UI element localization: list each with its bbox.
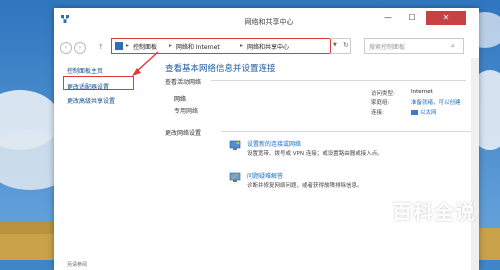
watermark-subtitle: 助你轻松解决 [401, 231, 467, 242]
search-icon[interactable]: ⌕ [451, 42, 455, 51]
back-arrow-icon[interactable]: ‹ [60, 42, 72, 54]
page-title: 查看基本网络信息并设置连接 [165, 64, 276, 74]
breadcrumb-separator: ▸ [240, 42, 244, 49]
forward-arrow-icon[interactable]: › [74, 42, 86, 54]
search-placeholder: 搜索控制面板 [369, 44, 406, 51]
ethernet-label: 以太网 [420, 110, 437, 116]
navigation-bar: ‹ › ↑ ▸ 控制面板 ▸ 网络和 Internet ▸ 网络和共享中心 ▼ … [54, 34, 479, 58]
sidebar: 控制面板主页 更改适配器设置 更改高级共享设置 另请参阅 [54, 58, 154, 270]
breadcrumb-separator: ▸ [126, 42, 130, 49]
breadcrumb-network-sharing-center[interactable]: 网络和共享中心 [247, 42, 289, 51]
chevron-down-icon[interactable]: ▼ [333, 42, 337, 48]
close-button[interactable]: ✕ [426, 11, 466, 25]
setup-new-connection-desc: 设置宽带、拨号或 VPN 连接；或设置路由器或接入点。 [247, 151, 383, 157]
divider [211, 80, 466, 81]
sidebar-item-change-advanced-sharing[interactable]: 更改高级共享设置 [67, 96, 115, 105]
active-networks-heading: 查看活动网络 [165, 79, 202, 86]
access-type-value: Internet [411, 89, 433, 95]
breadcrumb-separator: ▸ [169, 42, 173, 49]
watermark-title: 百科全说 [392, 200, 476, 224]
breadcrumb-control-panel[interactable]: 控制面板 [133, 42, 157, 51]
troubleshoot-problems-desc: 诊断并修复网络问题，或者获得故障排除信息。 [247, 183, 363, 189]
sidebar-item-change-adapter-settings[interactable]: 更改适配器设置 [67, 82, 109, 91]
title-bar: 网络和共享中心 — ☐ ✕ [54, 8, 479, 34]
network-name: 网络 [174, 96, 187, 103]
ethernet-connection-link[interactable]: 以太网 [411, 108, 437, 116]
watermark: 百科全说 助你轻松解决 [374, 196, 494, 242]
divider [221, 131, 476, 132]
address-bar[interactable]: ▸ 控制面板 ▸ 网络和 Internet ▸ 网络和共享中心 [111, 38, 331, 54]
refresh-icon[interactable]: ↻ [343, 41, 349, 49]
up-arrow-icon[interactable]: ↑ [98, 43, 104, 51]
sidebar-control-panel-home[interactable]: 控制面板主页 [67, 66, 103, 75]
maximize-button[interactable]: ☐ [400, 11, 424, 25]
network-type: 专用网络 [174, 108, 199, 115]
control-panel-icon [115, 42, 123, 50]
access-type-label: 访问类型: [371, 91, 395, 97]
homegroup-label: 家庭组: [371, 100, 390, 106]
ethernet-icon [411, 110, 418, 115]
minimize-button[interactable]: — [376, 11, 400, 25]
change-settings-heading: 更改网络设置 [165, 130, 202, 137]
new-connection-icon [229, 140, 241, 150]
network-app-icon [61, 15, 69, 23]
troubleshoot-icon [229, 172, 241, 182]
homegroup-link[interactable]: 准备就绪，可以创建 [411, 98, 461, 106]
troubleshoot-problems-link[interactable]: 问题疑难解答 [247, 171, 283, 180]
setup-new-connection-link[interactable]: 设置新的连接或网络 [247, 139, 301, 148]
sidebar-see-also: 另请参阅 [67, 262, 88, 268]
search-input[interactable]: 搜索控制面板 ⌕ [364, 38, 464, 54]
connections-label: 连接: [371, 110, 384, 116]
window-title: 网络和共享中心 [244, 18, 294, 26]
breadcrumb-network-internet[interactable]: 网络和 Internet [176, 42, 220, 51]
